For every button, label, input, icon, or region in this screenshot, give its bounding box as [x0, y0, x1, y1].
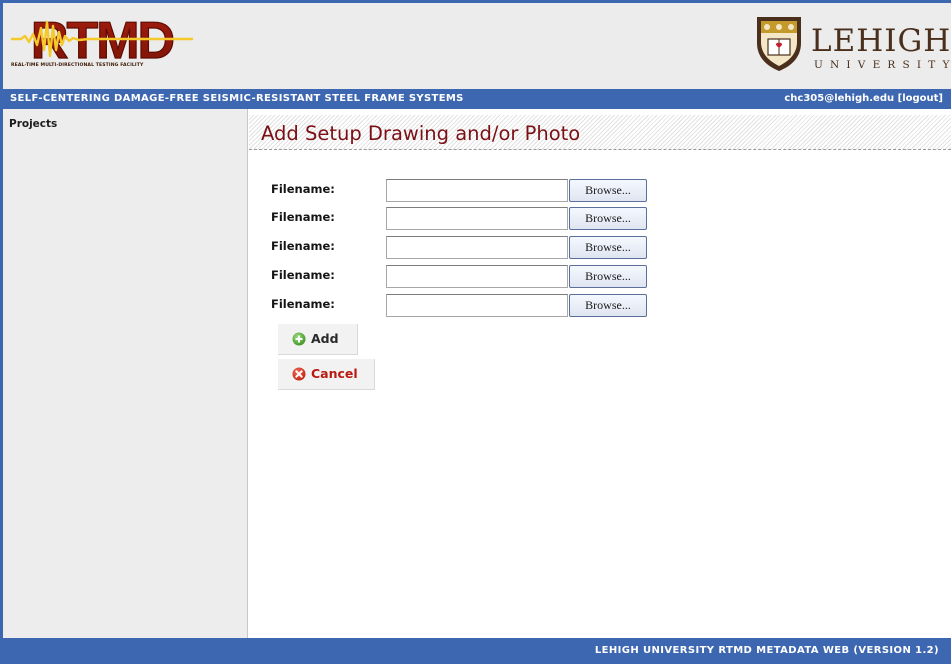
user-info: chc305@lehigh.edu [logout] [784, 93, 943, 104]
browse-button[interactable]: Browse... [569, 265, 647, 288]
user-email: chc305@lehigh.edu [784, 93, 895, 104]
file-upload-row: Filename: Browse... [271, 293, 691, 317]
sidebar: Projects [3, 109, 248, 638]
main-content: Add Setup Drawing and/or Photo Filename:… [249, 109, 951, 638]
filename-input[interactable] [386, 236, 568, 259]
filename-input[interactable] [386, 207, 568, 230]
header: RTMD REAL-TIME MULTI-DIRECTIONAL TESTING… [3, 3, 951, 89]
page-title-bar: Add Setup Drawing and/or Photo [249, 115, 951, 150]
rtmd-logo[interactable]: RTMD [11, 11, 193, 78]
filename-input[interactable] [386, 294, 568, 317]
browse-button[interactable]: Browse... [569, 294, 647, 317]
project-title: SELF-CENTERING DAMAGE-FREE SEISMIC-RESIS… [10, 93, 464, 104]
page-title: Add Setup Drawing and/or Photo [261, 122, 581, 145]
footer-version-text: LEHIGH UNIVERSITY RTMD METADATA WEB (VER… [594, 645, 939, 656]
rtmd-logo-graphic: RTMD [11, 11, 193, 71]
browse-button[interactable]: Browse... [569, 236, 647, 259]
file-upload-row: Filename: Browse... [271, 264, 691, 288]
cancel-button[interactable]: Cancel [278, 359, 375, 390]
x-circle-icon [292, 367, 306, 381]
filename-label: Filename: [271, 268, 335, 282]
filename-label: Filename: [271, 210, 335, 224]
add-button-label: Add [311, 331, 339, 346]
browse-button[interactable]: Browse... [569, 207, 647, 230]
filename-label: Filename: [271, 297, 335, 311]
footer: LEHIGH UNIVERSITY RTMD METADATA WEB (VER… [3, 638, 951, 664]
file-upload-row: Filename: Browse... [271, 206, 691, 230]
sidebar-item-projects[interactable]: Projects [9, 118, 57, 130]
lehigh-university-logo[interactable]: LEHIGH UNIVERSITY [753, 11, 951, 83]
filename-label: Filename: [271, 239, 335, 253]
filename-input[interactable] [386, 265, 568, 288]
browse-button[interactable]: Browse... [569, 179, 647, 202]
lehigh-shield-icon [757, 17, 801, 71]
plus-circle-icon [292, 332, 306, 346]
filename-label: Filename: [271, 182, 335, 196]
lehigh-subtitle: UNIVERSITY [814, 59, 951, 71]
rtmd-logo-caption: REAL-TIME MULTI-DIRECTIONAL TESTING FACI… [11, 63, 144, 68]
logout-link[interactable]: logout [902, 93, 938, 104]
file-upload-row: Filename: Browse... [271, 178, 691, 202]
add-button[interactable]: Add [278, 324, 358, 355]
lehigh-wordmark: LEHIGH [811, 23, 951, 59]
top-nav-bar: SELF-CENTERING DAMAGE-FREE SEISMIC-RESIS… [3, 89, 951, 109]
cancel-button-label: Cancel [311, 366, 358, 381]
file-upload-row: Filename: Browse... [271, 235, 691, 259]
filename-input[interactable] [386, 179, 568, 202]
logout-bracket-close: ] [938, 93, 943, 104]
